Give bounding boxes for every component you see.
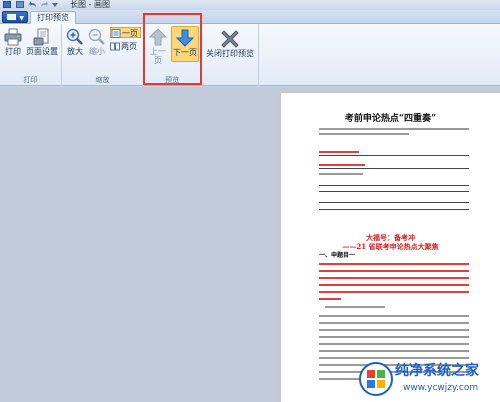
text-line (319, 329, 469, 331)
one-page-label: 一页 (122, 29, 138, 38)
print-button[interactable]: 打印 (4, 28, 22, 56)
text-line (319, 270, 469, 272)
close-print-preview-button[interactable]: 关闭打印预览 (203, 30, 257, 58)
close-icon (221, 30, 239, 48)
page-setup-icon (33, 28, 49, 46)
toc-entry (319, 191, 469, 192)
two-pages-button[interactable]: 两页 (110, 41, 137, 52)
two-pages-icon (110, 42, 120, 51)
zoom-out-label: 缩小 (89, 47, 105, 56)
section-subtitle: ——21 省联考申论热点大聚焦 (342, 242, 439, 251)
zoom-out-icon (88, 28, 105, 45)
text-line (319, 133, 409, 135)
zoom-in-icon (66, 28, 83, 45)
toc-entry (319, 185, 469, 186)
one-page-icon (111, 29, 121, 38)
close-print-preview-label: 关闭打印预览 (206, 49, 254, 58)
zoom-in-button[interactable]: 放大 (65, 28, 85, 56)
text-line (325, 306, 385, 308)
first-heading: 一、申题目一 (319, 252, 356, 259)
text-line (319, 357, 469, 359)
zoom-in-label: 放大 (67, 47, 83, 56)
zoom-group-label: 缩放 (95, 76, 110, 84)
app-icon[interactable] (3, 1, 11, 8)
page-setup-button-label: 页面设置 (26, 47, 58, 56)
app-menu-button[interactable]: ▼ (2, 11, 28, 23)
print-button-label: 打印 (5, 47, 21, 56)
print-group-label: 打印 (23, 76, 38, 84)
toc-heading (319, 164, 365, 166)
ribbon: 打印 页面设置 打印 放大 缩小 一页 两页 缩放 上一页 下一页 预览 关闭打… (0, 24, 500, 86)
one-page-button[interactable]: 一页 (110, 27, 141, 38)
watermark-title: 纯净系统之家 (395, 363, 479, 379)
save-icon[interactable] (16, 1, 24, 8)
text-line (319, 291, 469, 293)
printer-icon (4, 28, 22, 46)
ribbon-tab-row: ▼ 打印预览 (0, 10, 500, 25)
zoom-out-button[interactable]: 缩小 (87, 28, 107, 56)
text-line (319, 128, 469, 130)
text-line (319, 350, 469, 352)
text-line (319, 315, 469, 317)
text-line (319, 284, 469, 286)
watermark-url: www.ycwjzy.com (403, 383, 479, 393)
customize-quick-access-icon[interactable] (52, 1, 60, 8)
text-line (319, 322, 469, 324)
print-preview-area[interactable]: 考前申论热点“四重奏” 大福号：备考冲 ——21 省联考申论热点大聚焦 一、申题… (0, 87, 500, 402)
preview-page: 考前申论热点“四重奏” 大福号：备考冲 ——21 省联考申论热点大聚焦 一、申题… (281, 93, 500, 402)
undo-icon[interactable] (29, 1, 37, 8)
paint-menu-icon (7, 14, 16, 20)
toc-entry (319, 168, 469, 169)
toc-entry (319, 155, 469, 156)
text-line (319, 336, 469, 338)
redo-icon[interactable] (40, 1, 48, 8)
window-title: 长图 - 画图 (70, 0, 110, 9)
print-group: 打印 页面设置 打印 (0, 24, 62, 86)
toc-entry (319, 173, 363, 175)
document-title: 考前申论热点“四重奏” (344, 114, 437, 124)
annotation-highlight-box (143, 13, 202, 85)
text-line (319, 298, 341, 300)
site-watermark: 纯净系统之家 www.ycwjzy.com (359, 360, 500, 402)
title-bar: 长图 - 画图 (0, 0, 500, 10)
watermark-logo-icon (359, 362, 393, 396)
zoom-group: 放大 缩小 一页 两页 缩放 (62, 24, 144, 86)
close-group: 关闭打印预览 (201, 24, 259, 86)
toc-heading (319, 151, 359, 153)
two-pages-label: 两页 (121, 42, 137, 51)
tab-print-preview[interactable]: 打印预览 (30, 11, 76, 25)
section-title: 大福号：备考冲 (366, 233, 415, 242)
text-line (319, 277, 469, 279)
page-setup-button[interactable]: 页面设置 (24, 28, 60, 56)
chevron-down-icon: ▼ (19, 15, 24, 22)
toc-entry (319, 209, 469, 210)
text-line (319, 343, 469, 345)
text-line (319, 263, 469, 265)
toc-entry (319, 202, 469, 203)
